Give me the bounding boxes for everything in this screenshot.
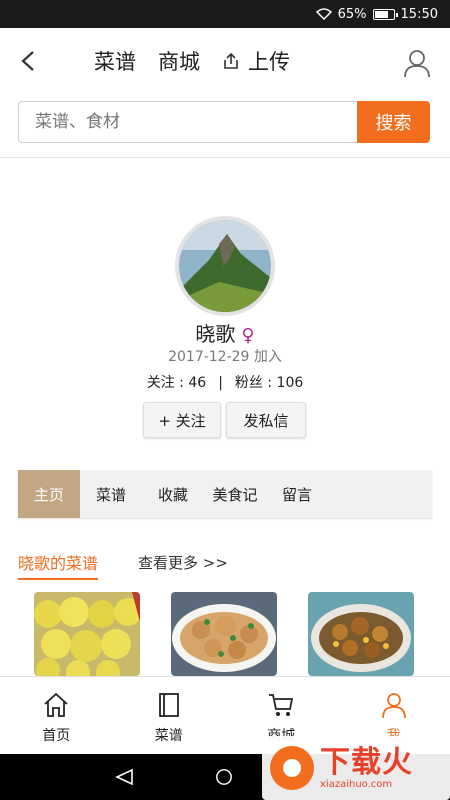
battery-icon xyxy=(372,8,398,20)
top-nav: 菜谱 商城 上传 xyxy=(94,46,290,76)
watermark-site: xiazaihuo.com xyxy=(320,778,393,790)
book-icon xyxy=(158,693,179,717)
watermark-logo-icon xyxy=(270,746,314,790)
recipes-section-title: 晓歌的菜谱 xyxy=(18,550,99,580)
search-bar: 搜索 xyxy=(0,94,450,158)
bottom-nav-recipes-label: 菜谱 xyxy=(154,728,183,744)
nav-upload[interactable]: 上传 xyxy=(222,46,290,76)
person-icon xyxy=(381,693,406,719)
user-icon[interactable] xyxy=(402,48,432,78)
search-button[interactable]: 搜索 xyxy=(357,101,430,143)
wifi-icon xyxy=(315,8,332,20)
tab-food-notes[interactable]: 美食记 xyxy=(204,470,266,518)
female-gender-icon: ♀ xyxy=(241,325,255,346)
user-name-row: 晓歌 ♀ xyxy=(0,318,450,347)
dumpling-photo xyxy=(34,592,140,676)
upload-icon xyxy=(224,52,238,69)
follow-button[interactable]: + 关注 xyxy=(143,402,221,438)
search-input[interactable] xyxy=(18,101,358,143)
following-count: 46 xyxy=(188,375,207,391)
message-button[interactable]: 发私信 xyxy=(226,402,306,438)
back-triangle-icon[interactable] xyxy=(114,768,134,786)
user-name: 晓歌 xyxy=(195,322,236,346)
tab-comments[interactable]: 留言 xyxy=(266,470,328,518)
recipe-thumbnail[interactable] xyxy=(34,592,140,676)
mountain-image xyxy=(179,220,271,312)
follow-counts: 关注 : 46 | 粉丝 : 106 xyxy=(146,375,304,391)
stir-fry-photo xyxy=(308,592,414,676)
recipe-thumbnail[interactable] xyxy=(308,592,414,676)
view-more-link[interactable]: 查看更多 >> xyxy=(138,552,228,573)
status-bar: 65% 15:50 xyxy=(0,0,450,28)
top-bar: 菜谱 商城 上传 xyxy=(0,28,450,94)
watermark: 下载火 xiazaihuo.com xyxy=(262,736,450,800)
recipe-thumbnail[interactable] xyxy=(171,592,277,676)
watermark-brand: 下载火 xyxy=(320,744,413,780)
back-arrow-icon[interactable] xyxy=(18,50,40,72)
tab-recipes[interactable]: 菜谱 xyxy=(80,470,142,518)
profile-tabs: 主页 菜谱 收藏 美食记 留言 xyxy=(18,470,432,518)
home-circle-icon[interactable] xyxy=(214,768,234,786)
followers-label: 粉丝 xyxy=(234,375,263,391)
shrimp-dish-photo xyxy=(171,592,277,676)
join-date: 2017-12-29 加入 xyxy=(168,349,282,365)
followers-count: 106 xyxy=(276,375,304,391)
nav-mall[interactable]: 商城 xyxy=(158,46,200,76)
nav-upload-label: 上传 xyxy=(248,50,290,74)
cart-icon xyxy=(269,694,294,716)
battery-percent: 65% xyxy=(337,6,367,22)
nav-recipes[interactable]: 菜谱 xyxy=(94,46,136,76)
bottom-nav-home-label: 首页 xyxy=(42,728,71,744)
tab-favorites[interactable]: 收藏 xyxy=(142,470,204,518)
clock: 15:50 xyxy=(400,6,438,22)
avatar[interactable] xyxy=(175,216,275,316)
following-label: 关注 xyxy=(146,375,175,391)
home-icon xyxy=(44,692,68,717)
bottom-nav-recipes[interactable]: 菜谱 xyxy=(113,677,226,754)
bottom-nav-home[interactable]: 首页 xyxy=(0,677,113,754)
count-divider: | xyxy=(218,375,223,391)
tab-home[interactable]: 主页 xyxy=(18,470,80,518)
